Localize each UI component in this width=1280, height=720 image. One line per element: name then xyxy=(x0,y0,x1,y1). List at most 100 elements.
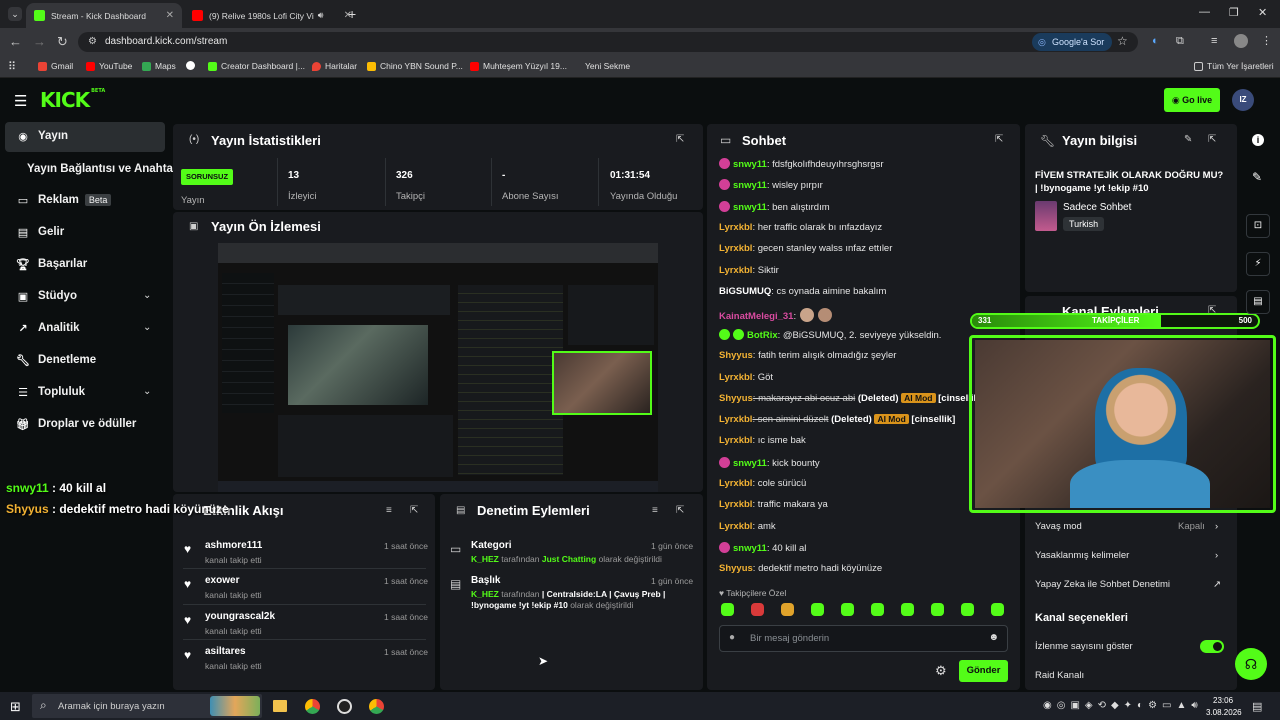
ai-moderation-row[interactable]: Yapay Zeka ile Sohbet Denetimi ↗ xyxy=(1035,579,1225,590)
windows-start-icon[interactable]: ⊞ xyxy=(10,699,21,715)
sidebar-item-basarilar[interactable]: 🏆︎ Başarılar xyxy=(16,258,87,271)
emote-button[interactable] xyxy=(811,603,824,616)
mod-user[interactable]: K_HEZ xyxy=(471,554,499,564)
kick-logo[interactable]: KICK BETA xyxy=(40,88,105,112)
chat-username[interactable]: snwy11 xyxy=(733,159,767,170)
apps-icon[interactable]: ⠿ xyxy=(8,60,16,73)
chat-message[interactable]: Lyrxkbl: amk xyxy=(719,521,776,532)
chat-username[interactable]: Lyrxkbl xyxy=(719,265,752,276)
emote-button[interactable] xyxy=(901,603,914,616)
tab-search-icon[interactable]: ⌄ xyxy=(8,7,22,21)
chat-username[interactable]: Shyyus xyxy=(719,563,753,574)
sidebar-item-denetleme[interactable]: 🔧︎ Denetleme xyxy=(16,354,96,367)
bookmark-star-icon[interactable]: ☆ xyxy=(1117,34,1128,48)
minimize-icon[interactable]: — xyxy=(1199,6,1210,18)
popout-icon[interactable]: ⇱ xyxy=(410,505,418,516)
media-icon[interactable]: ≡ xyxy=(1211,35,1217,47)
mod-user[interactable]: K_HEZ xyxy=(471,589,499,599)
forward-icon[interactable]: → xyxy=(33,34,46,49)
chat-message[interactable]: BotRix: @BiGSUMUQ, 2. seviyeye yükseldin… xyxy=(719,329,941,341)
chat-username[interactable]: snwy11 xyxy=(733,458,767,469)
emote-button[interactable] xyxy=(841,603,854,616)
taskbar-search[interactable]: ⌕ Aramak için buraya yazın xyxy=(32,694,262,718)
chevron-down-icon[interactable]: ⌄ xyxy=(143,386,151,397)
bookmark-google[interactable] xyxy=(186,61,195,70)
chat-username[interactable]: Lyrxkbl xyxy=(719,414,752,425)
bookmark-gmail[interactable]: Gmail xyxy=(38,61,73,71)
bookmark-yeni-sekme[interactable]: Yeni Sekme xyxy=(585,61,630,71)
chat-username[interactable]: Shyyus xyxy=(719,393,753,404)
chat-message[interactable]: snwy11: kick bounty xyxy=(719,457,820,469)
bookmark-creator-dashboard[interactable]: Creator Dashboard |... xyxy=(208,61,305,71)
popout-icon[interactable]: ⇱ xyxy=(676,134,684,145)
chat-username[interactable]: KainatMelegi_31 xyxy=(719,311,793,322)
sidebar-item-yayin[interactable]: ◉ Yayın xyxy=(16,130,68,143)
stream-preview-video[interactable] xyxy=(218,243,658,492)
bookmark-youtube[interactable]: YouTube xyxy=(86,61,132,71)
pencil-icon[interactable]: ✎ xyxy=(1252,170,1262,184)
emote-button[interactable] xyxy=(961,603,974,616)
emote-button[interactable] xyxy=(781,603,794,616)
chat-message[interactable]: Lyrxkbl: traffic makara ya xyxy=(719,499,828,510)
restore-icon[interactable]: ❐ xyxy=(1229,6,1239,19)
omnibox[interactable] xyxy=(78,32,1138,52)
chat-message[interactable]: Lyrxkbl: Göt xyxy=(719,372,773,383)
rail-clipboard-icon[interactable]: ▤ xyxy=(1246,290,1270,314)
all-bookmarks[interactable]: Tüm Yer İşaretleri xyxy=(1194,61,1274,71)
menu-icon[interactable]: ⋮ xyxy=(1261,34,1272,47)
chat-username[interactable]: Lyrxkbl xyxy=(719,521,752,532)
rail-focus-icon[interactable]: ⊡ xyxy=(1246,214,1270,238)
raid-channel-row[interactable]: Raid Kanalı xyxy=(1035,670,1084,681)
hamburger-menu-icon[interactable]: ☰ xyxy=(14,92,27,110)
notification-icon[interactable]: ▤ xyxy=(1252,700,1262,713)
chat-message[interactable]: Shyyus: fatih terim alışık olmadığız şey… xyxy=(719,350,896,361)
info-icon[interactable]: i xyxy=(1252,134,1264,146)
emote-button[interactable] xyxy=(931,603,944,616)
chevron-down-icon[interactable]: ⌄ xyxy=(143,290,151,301)
popout-icon[interactable]: ⇱ xyxy=(995,134,1003,145)
bookmark-haritalar[interactable]: Haritalar xyxy=(312,61,357,71)
bookmark-muhtesem[interactable]: Muhteşem Yüzyıl 19... xyxy=(470,61,567,71)
chat-message[interactable]: snwy11: fdsfgkolıfhdeuyıhrsghsrgsr xyxy=(719,158,884,170)
extensions-icon[interactable]: ⧉ xyxy=(1176,35,1184,48)
chat-message[interactable]: KainatMelegi_31: xyxy=(719,308,833,322)
support-chat-button[interactable]: ☊ xyxy=(1235,648,1267,680)
extension-icon-1[interactable]: ◐ xyxy=(1152,35,1159,47)
banned-words-row[interactable]: Yasaklanmış kelimeler › xyxy=(1035,550,1225,561)
send-button[interactable]: Gönder xyxy=(959,660,1008,682)
event-user[interactable]: youngrascal2k xyxy=(205,611,275,622)
sidebar-item-reklam[interactable]: ▭ Reklam Beta xyxy=(16,194,112,207)
slow-mode-row[interactable]: Yavaş mod Kapalı › xyxy=(1035,521,1225,532)
filter-icon[interactable]: ≡ xyxy=(652,505,658,516)
event-user[interactable]: ashmore111 xyxy=(205,540,262,551)
sidebar-item-studyo[interactable]: ▣ Stüdyo xyxy=(16,290,77,303)
chat-username[interactable]: snwy11 xyxy=(733,543,767,554)
chat-settings-gear-icon[interactable]: ⚙ xyxy=(935,663,947,679)
bookmark-maps[interactable]: Maps xyxy=(142,61,176,71)
avatar[interactable]: IZ xyxy=(1232,89,1254,111)
sidebar-item-stream-key[interactable]: Yayın Bağlantısı ve Anahtarı xyxy=(27,163,181,175)
back-icon[interactable]: ← xyxy=(9,34,22,49)
google-sor-button[interactable]: ◎ Google'a Sor xyxy=(1032,33,1113,51)
edit-icon[interactable]: ✎ xyxy=(1184,134,1192,145)
chrome-icon[interactable] xyxy=(369,699,384,714)
emoji-icon[interactable]: ☻ xyxy=(988,632,999,643)
chat-username[interactable]: Lyrxkbl xyxy=(719,435,752,446)
chat-message[interactable]: Lyrxkbl: Siktir xyxy=(719,265,779,276)
chat-message[interactable]: Lyrxkbl: ıc isme bak xyxy=(719,435,806,446)
chat-username[interactable]: BiGSUMUQ xyxy=(719,286,771,297)
profile-icon[interactable] xyxy=(1234,34,1248,48)
close-window-icon[interactable]: ✕ xyxy=(1258,6,1267,19)
sidebar-item-topluluk[interactable]: ☰ Topluluk xyxy=(16,386,85,399)
reload-icon[interactable]: ↻ xyxy=(57,34,68,50)
chat-username[interactable]: BotRix xyxy=(747,330,778,341)
chat-message[interactable]: BiGSUMUQ: cs oynada aimine bakalım xyxy=(719,286,886,297)
file-explorer-icon[interactable] xyxy=(273,700,287,712)
emote-button[interactable] xyxy=(991,603,1004,616)
emote-button[interactable] xyxy=(751,603,764,616)
site-info-icon[interactable]: ⚙ xyxy=(88,36,97,47)
chat-username[interactable]: snwy11 xyxy=(733,180,767,191)
sidebar-item-analitik[interactable]: ↗ Analitik xyxy=(16,322,79,335)
emote-button[interactable] xyxy=(871,603,884,616)
chat-message[interactable]: Lyrxkbl: cole sürücü xyxy=(719,478,806,489)
